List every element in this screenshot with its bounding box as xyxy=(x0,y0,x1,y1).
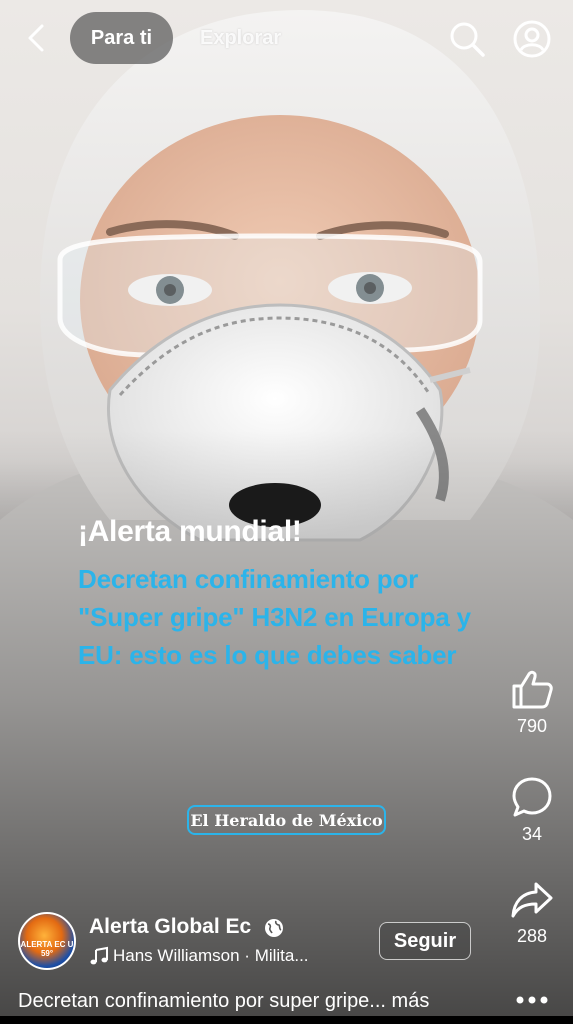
more-options-button[interactable] xyxy=(512,990,552,1010)
caption-text: Decretan confinamiento por super gripe..… xyxy=(18,990,386,1012)
search-button[interactable] xyxy=(448,20,486,58)
share-count: 288 xyxy=(516,926,548,946)
like-count: 790 xyxy=(516,716,548,736)
music-note-icon xyxy=(90,946,108,965)
headline-subtitle: Decretan confinamiento por "Super gripe"… xyxy=(78,564,471,670)
more-icon xyxy=(516,996,548,1004)
source-badge: El Heraldo de México xyxy=(187,805,386,835)
caption-more-link[interactable]: más xyxy=(392,990,430,1012)
reel-screen: Para ti Explorar ¡Alerta mundial! Decret… xyxy=(0,0,573,1024)
avatar-logo-text: ALERTA EC U 59° xyxy=(20,940,74,958)
comment-button[interactable]: 34 xyxy=(502,776,562,845)
share-button[interactable]: 288 xyxy=(502,880,562,947)
top-bar: Para ti Explorar xyxy=(0,0,573,80)
tab-explorar[interactable]: Explorar xyxy=(200,12,281,64)
headline-alert: ¡Alerta mundial! xyxy=(78,515,302,548)
search-icon xyxy=(450,22,485,57)
like-button[interactable]: 790 xyxy=(502,668,562,737)
author-name[interactable]: Alerta Global Ec xyxy=(89,915,251,939)
avatar[interactable]: ALERTA EC U 59° xyxy=(18,912,76,970)
globe-icon xyxy=(265,919,283,937)
music-label: Hans Williamson · Milita... xyxy=(113,946,309,965)
share-icon xyxy=(511,882,553,918)
follow-button[interactable]: Seguir xyxy=(379,922,471,960)
music-line[interactable]: Hans Williamson · Milita... xyxy=(89,945,329,967)
bottom-strip xyxy=(0,1016,573,1024)
profile-icon xyxy=(513,20,551,58)
headline-overlay: ¡Alerta mundial! Decretan confinamiento … xyxy=(78,512,498,674)
tab-para-ti[interactable]: Para ti xyxy=(70,12,173,64)
caption[interactable]: Decretan confinamiento por super gripe..… xyxy=(18,990,498,1013)
comment-icon xyxy=(512,777,552,817)
back-icon xyxy=(28,24,44,52)
comment-count: 34 xyxy=(521,824,543,844)
profile-button[interactable] xyxy=(512,19,552,59)
thumbs-up-icon xyxy=(512,670,553,709)
back-button[interactable] xyxy=(18,20,54,56)
